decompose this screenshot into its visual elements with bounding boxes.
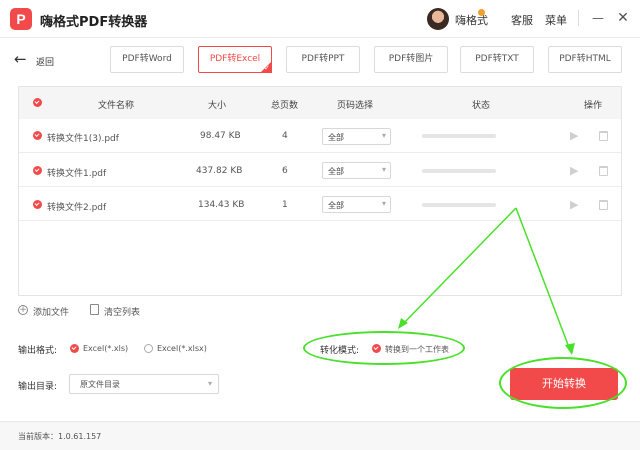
annotation-arrow-line [401, 207, 517, 326]
annotation-arrow-line [515, 207, 571, 351]
annotation-arrowhead [565, 343, 575, 355]
annotation-arrows [398, 207, 575, 355]
